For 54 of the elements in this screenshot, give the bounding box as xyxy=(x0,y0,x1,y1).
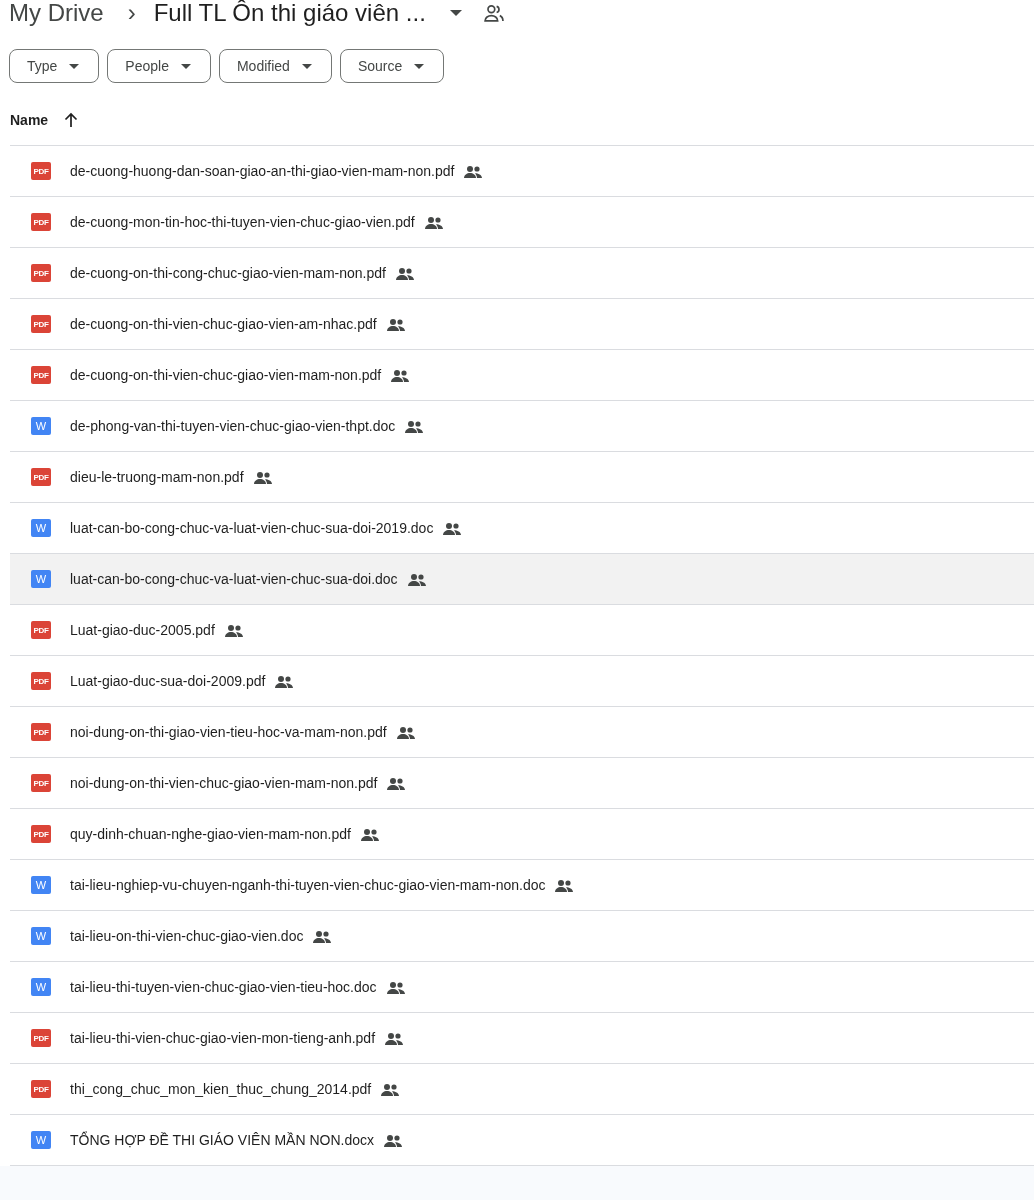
document-file-icon: W xyxy=(31,927,51,945)
caret-icon xyxy=(301,63,312,69)
file-name: noi-dung-on-thi-giao-vien-tieu-hoc-va-mam-non.pdf xyxy=(70,724,387,740)
file-name: de-cuong-mon-tin-hoc-thi-tuyen-vien-chuc-giao-vien.pdf xyxy=(70,214,415,230)
pdf-file-icon: PDF xyxy=(31,366,51,384)
file-name: de-cuong-on-thi-cong-chuc-giao-vien-mam-non.pdf xyxy=(70,265,386,281)
filter-chip[interactable]: Type xyxy=(9,49,100,83)
file-name: TỔNG HỢP ĐỀ THI GIÁO VIÊN MẦN NON.docx xyxy=(70,1132,374,1148)
document-file-icon: W xyxy=(31,978,51,996)
breadcrumb-separator: › xyxy=(127,0,136,27)
pdf-file-icon: PDF xyxy=(31,468,51,486)
pdf-file-icon: PDF xyxy=(31,162,51,180)
file-name: de-cuong-on-thi-vien-chuc-giao-vien-mam-non.pdf xyxy=(70,367,382,383)
file-name: tai-lieu-thi-vien-chuc-giao-vien-mon-tieng-anh.pdf xyxy=(70,1030,376,1046)
caret-icon xyxy=(414,63,425,69)
pdf-file-icon: PDF xyxy=(31,264,51,282)
file-name: Luat-giao-duc-2005.pdf xyxy=(70,622,215,638)
file-name: de-phong-van-thi-tuyen-vien-chuc-giao-vien-thpt.doc xyxy=(70,418,396,434)
filter-chip[interactable]: People xyxy=(107,49,211,83)
breadcrumb-link[interactable]: My Drive xyxy=(9,0,104,27)
folder-menu-button[interactable]: Full TL Ôn thi giáo viên ... xyxy=(153,0,470,27)
pdf-file-icon: PDF xyxy=(31,774,51,792)
column-header[interactable]: Name xyxy=(10,112,49,128)
document-file-icon: W xyxy=(31,519,51,537)
file-name: Luat-giao-duc-sua-doi-2009.pdf xyxy=(70,673,266,689)
pdf-file-icon: PDF xyxy=(31,621,51,639)
file-name: de-cuong-on-thi-vien-chuc-giao-vien-am-nhac.pdf xyxy=(70,316,377,332)
pdf-file-icon: PDF xyxy=(31,825,51,843)
document-file-icon: W xyxy=(31,876,51,894)
filter-chip[interactable]: Source xyxy=(339,49,445,83)
file-name: quy-dinh-chuan-nghe-giao-vien-mam-non.pdf xyxy=(70,826,351,842)
file-name: noi-dung-on-thi-vien-chuc-giao-vien-mam-non.pdf xyxy=(70,775,378,791)
file-name: tai-lieu-thi-tuyen-vien-chuc-giao-vien-tieu-hoc.doc xyxy=(70,979,377,995)
caret-icon xyxy=(449,10,462,16)
pdf-file-icon: PDF xyxy=(31,723,51,741)
file-name: thi_cong_chuc_mon_kien_thuc_chung_2014.pdf xyxy=(70,1081,372,1097)
caret-icon xyxy=(69,63,80,69)
file-name: tai-lieu-nghiep-vu-chuyen-nganh-thi-tuyen-vien-chuc-giao-vien-mam-non.doc xyxy=(70,877,546,893)
document-file-icon: W xyxy=(31,417,51,435)
pdf-file-icon: PDF xyxy=(31,1080,51,1098)
pdf-file-icon: PDF xyxy=(31,1029,51,1047)
pdf-file-icon: PDF xyxy=(31,672,51,690)
file-name: dieu-le-truong-mam-non.pdf xyxy=(70,469,244,485)
filter-chip[interactable]: Modified xyxy=(218,49,332,83)
pdf-file-icon: PDF xyxy=(31,213,51,231)
file-name: luat-can-bo-cong-chuc-va-luat-vien-chuc-sua-doi-2019.doc xyxy=(70,520,434,536)
file-name: de-cuong-huong-dan-soan-giao-an-thi-giao-vien-mam-non.pdf xyxy=(70,163,455,179)
file-name: tai-lieu-on-thi-vien-chuc-giao-vien.doc xyxy=(70,928,304,944)
caret-icon xyxy=(180,63,191,69)
pdf-file-icon: PDF xyxy=(31,315,51,333)
document-file-icon: W xyxy=(31,1131,51,1149)
file-name: luat-can-bo-cong-chuc-va-luat-vien-chuc-sua-doi.doc xyxy=(70,571,398,587)
document-file-icon: W xyxy=(31,570,51,588)
file-row[interactable]: W luat-can-bo-cong-chuc-va-luat-vien-chuc-sua-doi.doc xyxy=(10,554,1034,605)
